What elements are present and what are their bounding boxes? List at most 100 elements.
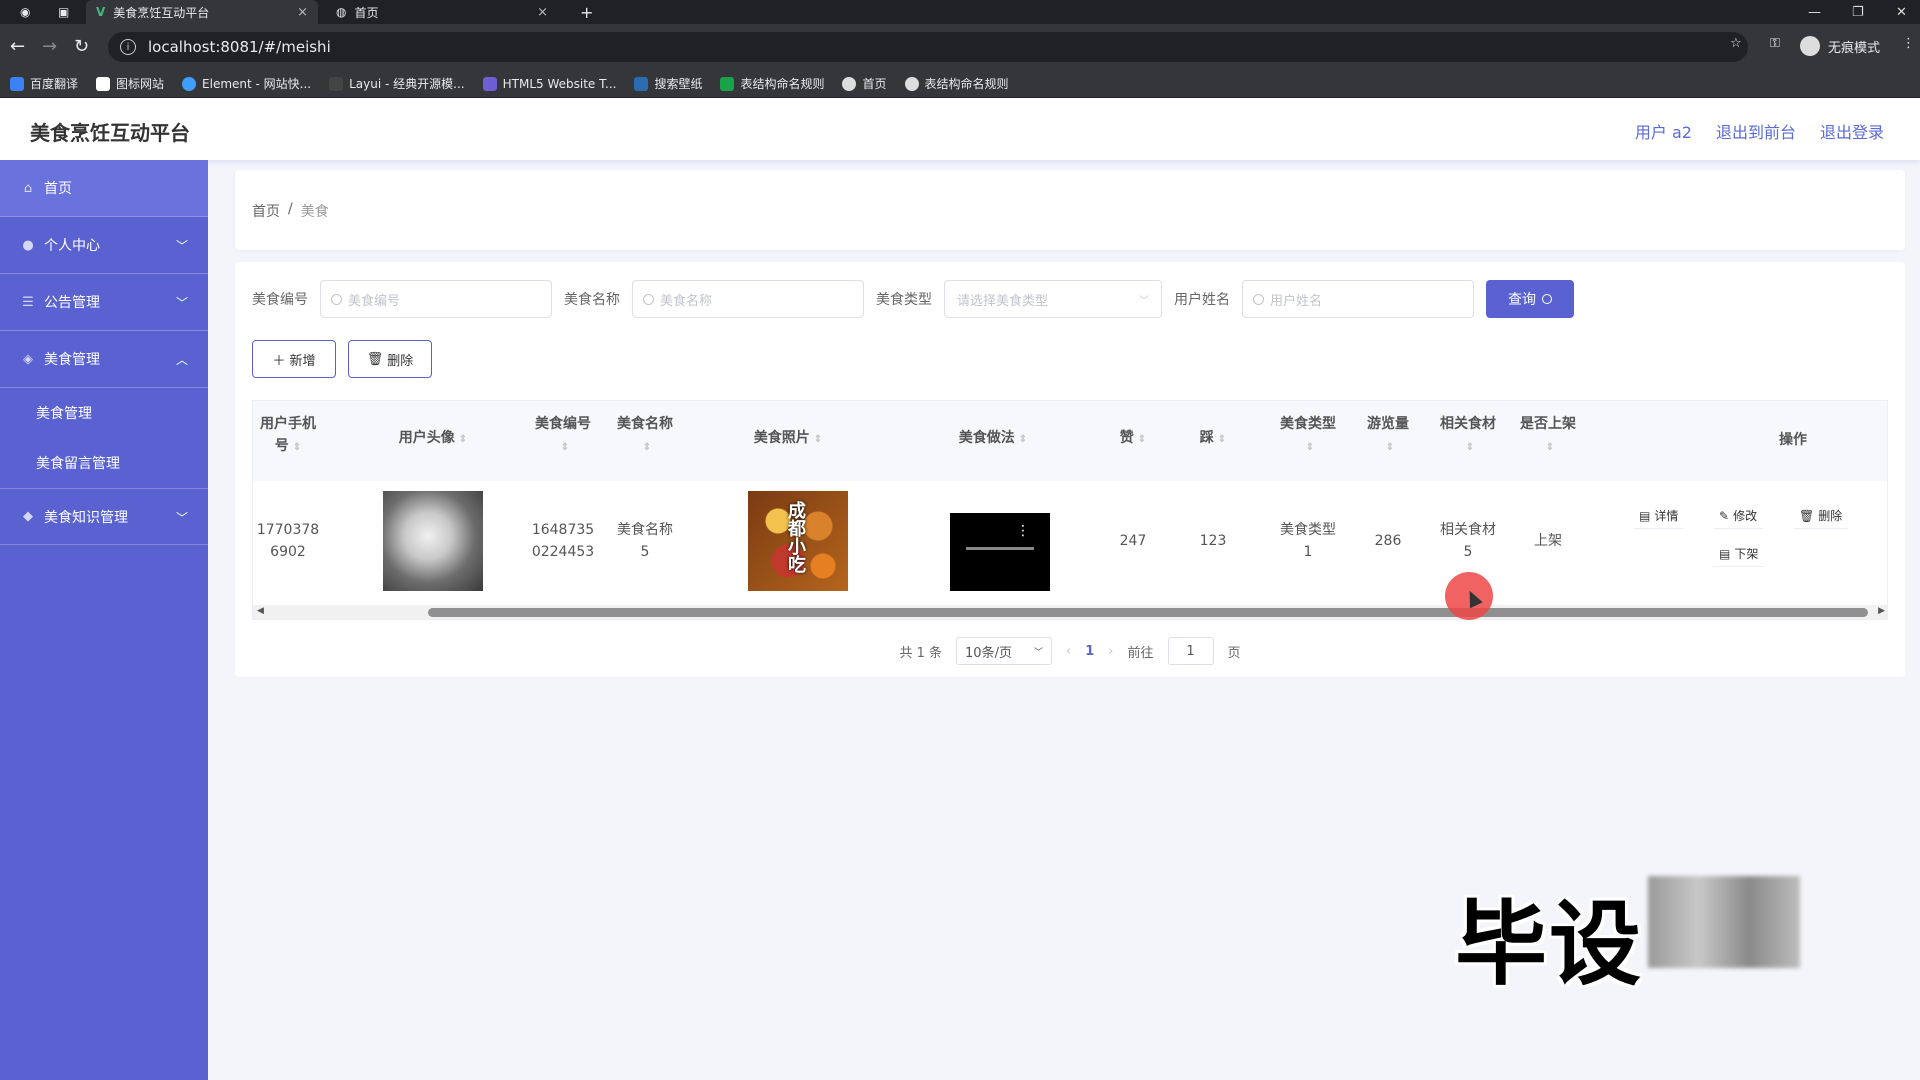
- breadcrumb-current: 美食: [300, 204, 329, 220]
- bookmark-item[interactable]: Layui - 经典开源模...: [329, 75, 465, 92]
- scrollbar-thumb[interactable]: [428, 608, 1868, 617]
- sort-icon[interactable]: ⇕: [561, 437, 569, 459]
- url-field[interactable]: i localhost:8081/#/meishi: [108, 32, 1748, 62]
- sort-icon[interactable]: ⇕: [1386, 437, 1394, 459]
- bookmark-item[interactable]: 首页: [842, 75, 887, 92]
- video-progress-bar[interactable]: [966, 547, 1034, 550]
- bookmark-item[interactable]: HTML5 Website T...: [482, 76, 616, 91]
- cell-likes: 247: [1119, 533, 1147, 549]
- query-button[interactable]: 查询: [1486, 280, 1574, 318]
- bookmark-item[interactable]: 表结构命名规则: [720, 75, 824, 92]
- more-menu-icon[interactable]: ⋮: [1902, 36, 1915, 51]
- col-method[interactable]: 美食做法 ⇕: [913, 427, 1073, 451]
- sidebar-item-knowledge[interactable]: ◆ 美食知识管理 ﹀: [0, 488, 208, 545]
- bookmark-item[interactable]: 图标网站: [96, 75, 164, 92]
- content-card: 美食编号 美食编号 美食名称 美食名称 美食类型 请选择美食类型 ﹀ 用户姓名 用…: [235, 262, 1905, 677]
- logout-link[interactable]: 退出登录: [1820, 119, 1884, 143]
- sidebar-subitem-food-comment[interactable]: 美食留言管理: [0, 438, 208, 488]
- bookmark-label: 搜索壁纸: [654, 77, 703, 91]
- col-photo[interactable]: 美食照片 ⇕: [713, 427, 863, 451]
- horizontal-scrollbar[interactable]: ◀ ▶: [253, 605, 1887, 619]
- profile-button[interactable]: 无痕模式: [1800, 36, 1880, 56]
- key-icon[interactable]: ⚿: [1770, 36, 1780, 51]
- scroll-right-icon[interactable]: ▶: [1878, 606, 1885, 616]
- tab-active[interactable]: V 美食烹饪互动平台 ×: [86, 0, 318, 24]
- edit-button[interactable]: ✎ 修改: [1713, 503, 1764, 529]
- star-icon[interactable]: ☆: [1730, 36, 1742, 51]
- minimize-icon[interactable]: —: [1808, 0, 1821, 24]
- sort-icon[interactable]: ⇕: [1138, 429, 1146, 451]
- sidebar-item-notice[interactable]: ☰ 公告管理 ﹀: [0, 274, 208, 331]
- sidebar-item-food[interactable]: ◈ 美食管理 ︿: [0, 331, 208, 388]
- col-likes[interactable]: 赞 ⇕: [1103, 427, 1163, 451]
- col-listed[interactable]: 是否上架 ⇕: [1508, 413, 1588, 459]
- back-to-front-link[interactable]: 退出到前台: [1716, 119, 1796, 143]
- video-menu-icon[interactable]: ⋮: [1016, 523, 1030, 539]
- forward-icon[interactable]: →: [42, 36, 57, 57]
- col-name[interactable]: 美食名称 ⇕: [605, 413, 685, 459]
- bookmark-item[interactable]: 搜索壁纸: [634, 75, 702, 92]
- scroll-left-icon[interactable]: ◀: [257, 606, 264, 616]
- restore-icon[interactable]: ❐: [1852, 0, 1864, 24]
- sort-icon[interactable]: ⇕: [1546, 437, 1554, 459]
- reload-icon[interactable]: ↻: [74, 36, 89, 57]
- food-type-select[interactable]: 请选择美食类型 ﹀: [944, 280, 1162, 318]
- breadcrumb-home[interactable]: 首页: [252, 201, 280, 221]
- bookmark-label: 表结构命名规则: [740, 77, 825, 91]
- method-video[interactable]: ⋮: [950, 491, 1050, 591]
- user-name-input[interactable]: 用户姓名: [1242, 280, 1474, 318]
- window-icon[interactable]: ▣: [48, 0, 79, 24]
- row-delete-button[interactable]: 🗑 删除: [1793, 503, 1849, 529]
- sort-icon[interactable]: ⇕: [1306, 437, 1314, 459]
- table-row[interactable]: 1770378 6902 1648735 0224453 美食名称 5 成都小吃 ⋮ …: [253, 481, 1887, 601]
- detail-button[interactable]: ▤ 详情: [1633, 503, 1685, 529]
- food-code-input[interactable]: 美食编号: [320, 280, 552, 318]
- add-button[interactable]: ＋新增: [252, 340, 336, 378]
- unlist-button[interactable]: ▤ 下架: [1713, 541, 1765, 567]
- sort-icon[interactable]: ⇕: [814, 429, 822, 451]
- sort-icon[interactable]: ⇕: [293, 437, 301, 459]
- col-code[interactable]: 美食编号 ⇕: [523, 413, 603, 459]
- breadcrumb-separator: /: [288, 201, 293, 217]
- col-avatar[interactable]: 用户头像 ⇕: [353, 427, 513, 451]
- goto-page-input[interactable]: 1: [1167, 637, 1214, 665]
- new-tab-icon[interactable]: +: [570, 0, 603, 24]
- col-phone[interactable]: 用户手机号 ⇕: [253, 413, 323, 459]
- bookmark-item[interactable]: Element - 网站快...: [182, 75, 311, 92]
- food-photo-image[interactable]: 成都小吃: [748, 491, 848, 591]
- bookmark-item[interactable]: 百度翻译: [10, 75, 78, 92]
- bookmark-item[interactable]: 表结构命名规则: [904, 75, 1009, 92]
- back-icon[interactable]: ←: [10, 36, 25, 57]
- avatar-image[interactable]: [383, 491, 483, 591]
- sort-icon[interactable]: ⇕: [1218, 429, 1226, 451]
- page-size-select[interactable]: 10条/页 ﹀: [956, 637, 1053, 665]
- tab-close-icon[interactable]: ×: [297, 5, 308, 20]
- browser-menu-icon[interactable]: ◉: [10, 0, 40, 24]
- col-ingredients[interactable]: 相关食材 ⇕: [1428, 413, 1508, 459]
- sort-icon[interactable]: ⇕: [459, 429, 467, 451]
- tab-close-icon[interactable]: ×: [537, 5, 548, 20]
- chevron-down-icon: ﹀: [175, 511, 188, 525]
- chevron-down-icon: ﹀: [175, 296, 188, 310]
- photo-caption: 成都小吃: [785, 501, 806, 573]
- sort-icon[interactable]: ⇕: [1466, 437, 1474, 459]
- info-icon[interactable]: i: [120, 39, 136, 55]
- sidebar-subitem-food-manage[interactable]: 美食管理: [0, 388, 208, 438]
- sort-icon[interactable]: ⇕: [643, 437, 651, 459]
- tab-home[interactable]: ◍ 首页 ×: [326, 0, 558, 24]
- col-type[interactable]: 美食类型 ⇕: [1268, 413, 1348, 459]
- prev-page-icon[interactable]: ‹: [1066, 644, 1071, 659]
- next-page-icon[interactable]: ›: [1108, 644, 1113, 659]
- sidebar-item-personal[interactable]: ● 个人中心 ﹀: [0, 217, 208, 274]
- video-screen: [950, 513, 1050, 591]
- col-dislikes[interactable]: 踩 ⇕: [1183, 427, 1243, 451]
- close-window-icon[interactable]: ✕: [1896, 0, 1907, 24]
- sidebar-item-home[interactable]: ⌂ 首页: [0, 160, 208, 217]
- page-number[interactable]: 1: [1085, 644, 1094, 659]
- delete-button[interactable]: 🗑 删除: [348, 340, 432, 378]
- sort-icon[interactable]: ⇕: [1019, 429, 1027, 451]
- browser-tab-bar: ◉ ▣ V 美食烹饪互动平台 × ◍ 首页 × + — ❐ ✕: [0, 0, 1920, 24]
- col-views[interactable]: 游览量 ⇕: [1348, 413, 1428, 459]
- cell-views: 286: [1374, 533, 1402, 549]
- food-name-input[interactable]: 美食名称: [632, 280, 864, 318]
